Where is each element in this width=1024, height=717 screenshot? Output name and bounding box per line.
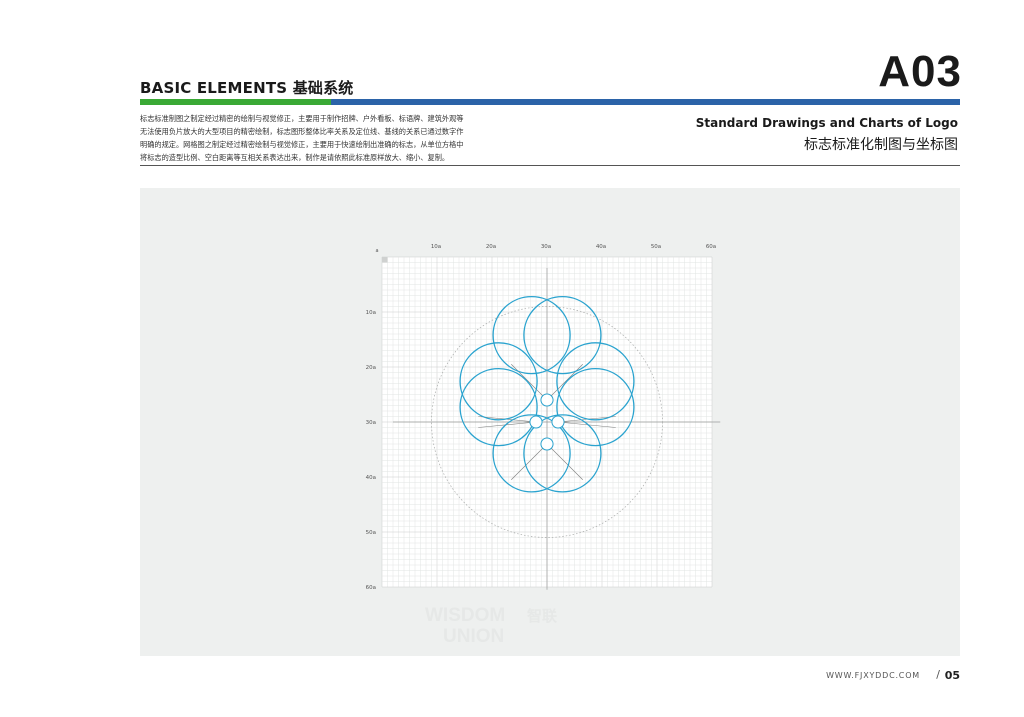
center-small-circle [540, 393, 554, 407]
origin-unit-square [382, 257, 388, 263]
axis-label-y: 30a [366, 420, 376, 426]
watermark-wisdom: WISDOM [425, 605, 505, 626]
footer-slash: / [936, 668, 940, 681]
watermark-union: UNION [443, 626, 504, 647]
center-small-circle [540, 437, 554, 451]
footer-url: WWW.FJXYDDC.COM [826, 671, 920, 680]
axis-label-y: 40a [366, 475, 376, 481]
axis-label-x: 10a [431, 244, 441, 250]
center-small-circle [551, 415, 565, 429]
axis-label-x: 50a [651, 244, 661, 250]
axis-origin-label: a [375, 248, 378, 254]
axis-label-y: 60a [366, 585, 376, 591]
watermark-cn: 智联 [527, 607, 558, 625]
axis-label-x: 40a [596, 244, 606, 250]
axis-label-y: 20a [366, 365, 376, 371]
center-small-circle [529, 415, 543, 429]
axis-label-x: 60a [706, 244, 716, 250]
footer-page-number: 05 [944, 669, 960, 682]
logo-grid-drawing: WISDOM 智联 UNION a 10a 20a 30a 40a 50a 60a 10a 20… [366, 244, 721, 647]
axis-label-x: 30a [541, 244, 551, 250]
axis-label-x: 20a [486, 244, 496, 250]
axis-label-y: 10a [366, 310, 376, 316]
axis-label-y: 50a [366, 530, 376, 536]
